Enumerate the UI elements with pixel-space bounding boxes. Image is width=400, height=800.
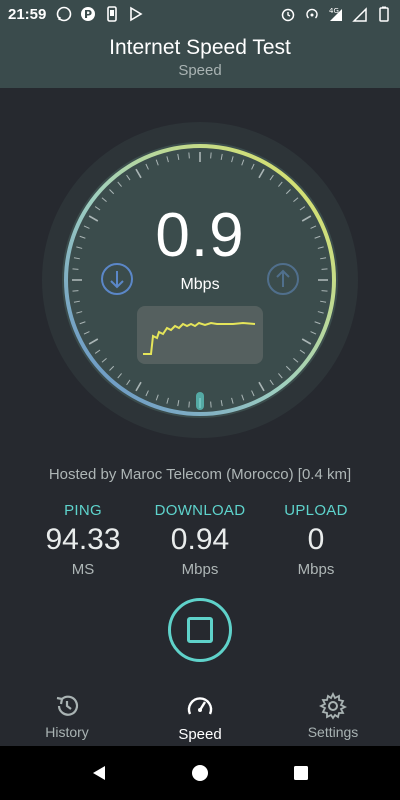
speed-gauge: 0.9 Mbps bbox=[40, 120, 360, 440]
upload-metric: UPLOAD 0 Mbps bbox=[251, 502, 381, 578]
download-unit: Mbps bbox=[181, 561, 219, 578]
speed-sparkline bbox=[137, 306, 263, 364]
app-subtitle: Speed bbox=[178, 62, 222, 79]
current-speed-unit: Mbps bbox=[180, 276, 220, 293]
home-icon[interactable] bbox=[191, 764, 209, 782]
nav-history-label: History bbox=[45, 724, 89, 740]
gauge-tick bbox=[188, 401, 190, 408]
speedometer-icon bbox=[187, 697, 213, 715]
play-store-icon bbox=[130, 6, 143, 22]
status-bar: 21:59 P 4G bbox=[0, 0, 400, 28]
upload-unit: Mbps bbox=[297, 561, 335, 578]
gauge-tick bbox=[210, 401, 212, 408]
download-value: 0.94 bbox=[170, 523, 230, 556]
arrow-up-circle-icon bbox=[267, 263, 299, 295]
server-host-text: Hosted by Maroc Telecom (Morocco) [0.4 k… bbox=[48, 466, 352, 483]
nav-speed[interactable]: Speed bbox=[140, 692, 260, 743]
battery-icon bbox=[379, 6, 389, 22]
nav-history[interactable]: History bbox=[7, 692, 127, 740]
whatsapp-icon bbox=[57, 6, 72, 22]
signal-bars-icon bbox=[352, 7, 367, 22]
history-icon bbox=[56, 695, 79, 716]
svg-text:P: P bbox=[84, 8, 92, 21]
nav-settings-label: Settings bbox=[307, 724, 359, 740]
nav-settings[interactable]: Settings bbox=[273, 692, 393, 740]
alarm-icon bbox=[281, 8, 295, 22]
gauge-tick bbox=[210, 152, 212, 159]
upload-label: UPLOAD bbox=[284, 502, 348, 519]
sparkline-graph bbox=[143, 321, 256, 355]
status-time: 21:59 bbox=[8, 5, 47, 23]
download-metric: DOWNLOAD 0.94 Mbps bbox=[135, 502, 265, 578]
arrow-down-circle-icon bbox=[101, 263, 133, 295]
back-icon[interactable] bbox=[90, 764, 108, 782]
bottom-navigation: History Speed Settings bbox=[0, 684, 400, 746]
ping-value: 94.33 bbox=[45, 523, 121, 556]
ping-unit: MS bbox=[71, 561, 95, 578]
app-bar: Internet Speed Test Speed bbox=[0, 28, 400, 88]
gauge-needle-marker bbox=[196, 392, 204, 410]
phone-icon bbox=[107, 6, 118, 22]
upload-value: 0 bbox=[307, 523, 325, 556]
gear-icon bbox=[319, 692, 347, 720]
stop-icon bbox=[187, 617, 213, 643]
ping-metric: PING 94.33 MS bbox=[18, 502, 148, 578]
current-speed-value: 0.9 bbox=[155, 201, 245, 270]
recents-icon[interactable] bbox=[292, 764, 310, 782]
android-navigation-bar bbox=[0, 746, 400, 800]
status-right-icons: 4G bbox=[280, 6, 392, 22]
gauge-tick bbox=[188, 152, 190, 159]
app-title: Internet Speed Test bbox=[109, 36, 291, 59]
ping-label: PING bbox=[64, 502, 102, 519]
hotspot-icon bbox=[306, 8, 318, 19]
nav-speed-label: Speed bbox=[178, 726, 222, 743]
parking-p-icon: P bbox=[81, 7, 96, 21]
stop-test-button[interactable] bbox=[168, 598, 232, 662]
status-left-icons: P bbox=[56, 6, 144, 22]
signal-4g-icon: 4G bbox=[329, 7, 342, 21]
download-label: DOWNLOAD bbox=[154, 502, 246, 519]
